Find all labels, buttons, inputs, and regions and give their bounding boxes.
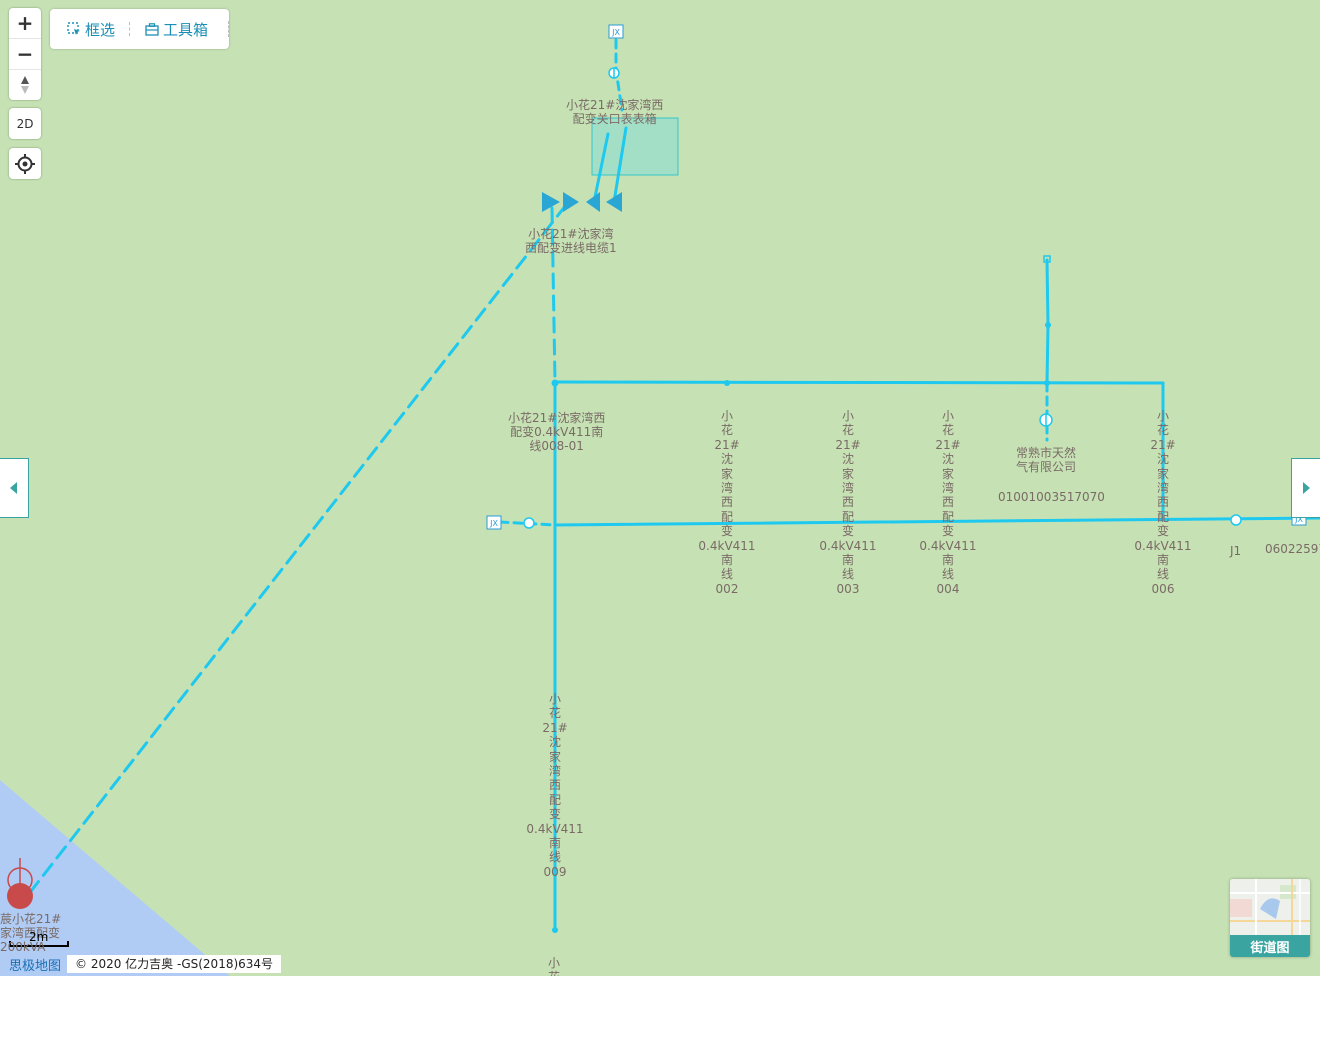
line-004-label: 小花 21# 沈家湾西配变 0.4kV411 南线 004: [919, 409, 977, 596]
line-002-label: 小花 21# 沈家湾西配变 0.4kV411 南线 002: [698, 409, 756, 596]
joint-marker[interactable]: [523, 517, 535, 529]
line-003-label: 小花 21# 沈家湾西配变 0.4kV411 南线 003: [819, 409, 877, 596]
node[interactable]: [552, 927, 558, 933]
compass-button[interactable]: [9, 70, 41, 100]
map-canvas[interactable]: JX JX JX 小花21#沈家湾西 配变关口表表箱 小花21#沈家湾 西配变进线电…: [0, 0, 1320, 976]
map-toolbar: 框选 工具箱: [50, 9, 229, 49]
locate-button[interactable]: [9, 148, 41, 179]
line-009-label: 小花 21# 沈家湾西配变 0.4kV411 南线 009: [526, 692, 584, 879]
node[interactable]: [724, 380, 730, 386]
zoom-in-button[interactable]: +: [9, 8, 41, 39]
box-select-label: 框选: [85, 20, 116, 39]
attribution: 思极地图 © 2020 亿力吉奥 -GS(2018)634号: [0, 955, 282, 974]
incoming-cable-label: 小花21#沈家湾 西配变进线电缆1: [525, 227, 617, 255]
left-panel-toggle[interactable]: [0, 458, 29, 518]
toolbar-edge: [228, 21, 229, 37]
view-mode-button[interactable]: 2D: [9, 108, 41, 139]
gas-account-label: 01001003517070: [998, 490, 1105, 504]
toolbox-button[interactable]: 工具箱: [145, 19, 208, 40]
crosshair-icon: [15, 153, 35, 174]
right-panel-toggle[interactable]: [1291, 458, 1320, 518]
zoom-out-button[interactable]: −: [9, 39, 41, 70]
incoming-cable-line[interactable]: [26, 203, 568, 897]
copyright-text: © 2020 亿力吉奥 -GS(2018)634号: [67, 955, 282, 973]
chevron-left-icon: [10, 482, 17, 494]
scale-label: 2m: [29, 930, 49, 944]
gas-company-label: 常熟市天然 气有限公司: [1016, 446, 1077, 474]
jx-text: JX: [489, 519, 498, 528]
toolbox-label: 工具箱: [163, 20, 209, 39]
switch-group[interactable]: [542, 192, 622, 212]
line-006-label: 小花 21# 沈家湾西配变 0.4kV411 南线 006: [1134, 409, 1192, 596]
box-select-button[interactable]: 框选: [67, 19, 115, 40]
map-logo: 思极地图: [9, 958, 62, 974]
node[interactable]: [1044, 380, 1050, 386]
network-layer: JX JX JX: [0, 24, 1320, 976]
bottom-partial-label: 小花: [548, 956, 561, 976]
node[interactable]: [551, 379, 559, 387]
node[interactable]: [1045, 322, 1051, 328]
zoom-control-group: + −: [9, 8, 41, 100]
basemap-thumbnail: [1230, 879, 1310, 935]
bus-north[interactable]: [553, 380, 1165, 385]
meter-box-label: 小花21#沈家湾西 配变关口表表箱: [566, 98, 664, 126]
gas-branch[interactable]: [1045, 258, 1050, 385]
joint-j1[interactable]: [1230, 514, 1242, 526]
right-code-label: 06022597: [1265, 542, 1320, 556]
chevron-right-icon: [1303, 482, 1310, 494]
j1-label: J1: [1230, 544, 1242, 558]
toolbox-icon: [145, 22, 159, 36]
toolbar-divider: [129, 22, 131, 36]
jx-text: JX: [611, 28, 620, 37]
basemap-label: 街道图: [1230, 935, 1310, 957]
compass-icon: [21, 76, 29, 94]
basemap-switch[interactable]: 街道图: [1230, 879, 1310, 957]
line-008-label: 小花21#沈家湾西 配变0.4kV411南 线008-01: [508, 411, 606, 453]
box-select-icon: [67, 22, 80, 35]
